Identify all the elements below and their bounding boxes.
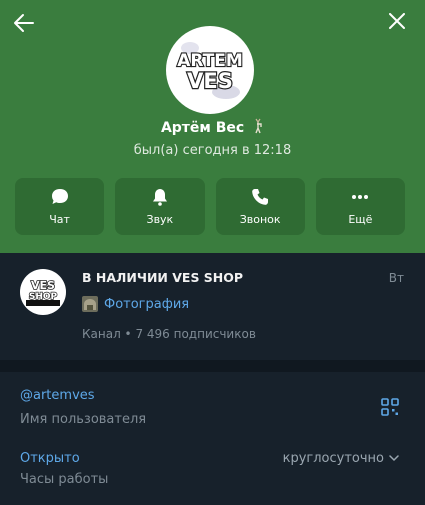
profile-status: был(а) сегодня в 12:18 [133, 143, 292, 158]
bell-icon [152, 189, 167, 206]
username-value[interactable]: @artemves [20, 388, 95, 403]
photo-thumbnail-icon [82, 296, 98, 312]
channel-avatar[interactable]: VES SHOP [20, 269, 66, 315]
more-icon [352, 195, 369, 199]
hours-status: Открыто [20, 451, 80, 466]
call-button-label: Звонок [239, 213, 281, 226]
channel-last-post-text: Фотография [104, 296, 190, 312]
profile-name: Артём Вес [0, 118, 425, 138]
profile-name-text: Артём Вес [160, 120, 245, 136]
back-arrow-icon[interactable] [13, 12, 35, 34]
channel-title: В НАЛИЧИИ VES SHOP [82, 270, 244, 285]
sound-button[interactable]: Звук [115, 178, 205, 235]
hours-dropdown[interactable]: круглосуточно [283, 451, 399, 466]
username-label: Имя пользователя [20, 412, 147, 427]
hours-value: круглосуточно [282, 451, 384, 466]
channel-last-post: Фотография [82, 296, 189, 312]
chevron-down-icon [389, 455, 399, 462]
reindeer-emoji-icon [255, 118, 262, 134]
hours-label: Часы работы [20, 472, 109, 487]
call-button[interactable]: Звонок [215, 178, 305, 235]
svg-text:SHOP: SHOP [29, 292, 58, 302]
svg-text:VES: VES [31, 279, 55, 292]
more-button[interactable]: Ещё [315, 178, 405, 235]
avatar-text-top: ARTEM [177, 51, 243, 71]
action-bar: Чат Звук Звонок Ещё [15, 178, 405, 235]
profile-header: ARTEM VES Артём Вес был(а) сегодня в 12:… [0, 0, 425, 253]
channel-date: Вт [388, 271, 404, 285]
qr-code-icon[interactable] [381, 398, 399, 416]
phone-icon [252, 189, 269, 205]
more-button-label: Ещё [348, 213, 373, 226]
profile-avatar[interactable]: ARTEM VES [166, 26, 254, 114]
avatar-text-bottom: VES [187, 69, 233, 93]
channel-meta: Канал • 7 496 подписчиков [82, 327, 256, 341]
chat-button[interactable]: Чат [15, 178, 105, 235]
section-divider [0, 360, 425, 372]
chat-icon [51, 189, 68, 204]
close-icon[interactable] [389, 13, 405, 29]
chat-button-label: Чат [49, 213, 70, 226]
sound-button-label: Звук [146, 213, 174, 226]
